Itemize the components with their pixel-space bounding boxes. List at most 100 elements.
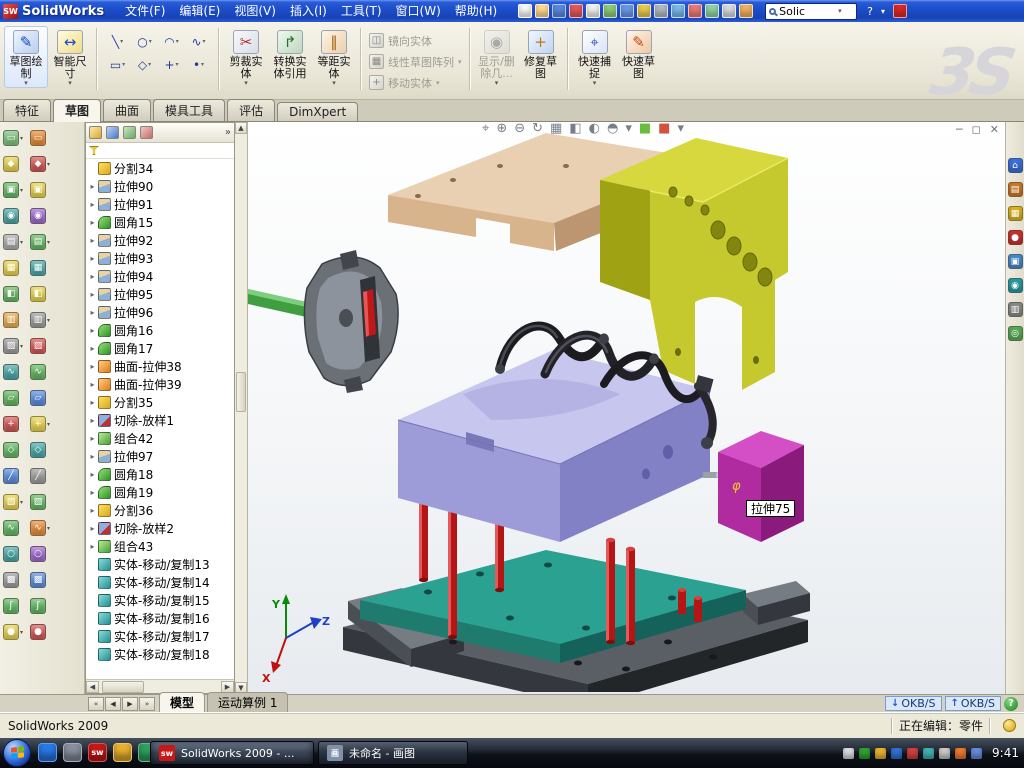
tool-button[interactable]: ◉ xyxy=(3,203,28,229)
tray-icon[interactable] xyxy=(923,748,934,759)
tool-button[interactable]: ◧ xyxy=(30,281,55,307)
tool-button[interactable]: ▣ ▾ xyxy=(3,177,28,203)
feature-tree-item[interactable]: 实体-移动/复制16 xyxy=(86,609,234,627)
feature-tree-item[interactable]: ▸ 曲面-拉伸39 xyxy=(86,375,234,393)
tool-button[interactable]: ▥ ▾ xyxy=(30,307,55,333)
feature-tree-item[interactable]: ▸ 拉伸90 xyxy=(86,177,234,195)
tool-button[interactable]: ʃ xyxy=(30,593,55,619)
standard-tool-icon[interactable] xyxy=(552,4,566,18)
clamp-body[interactable] xyxy=(248,250,398,393)
tool-button[interactable]: ▤ ▾ xyxy=(3,229,28,255)
draw-tool-dropdown-icon[interactable]: ▾ xyxy=(203,38,206,45)
expand-arrow-icon[interactable]: ▸ xyxy=(88,398,97,407)
expand-arrow-icon[interactable]: ▸ xyxy=(88,344,97,353)
tool-button[interactable]: ▨ ▾ xyxy=(3,333,28,359)
panel-chevron-icon[interactable]: » xyxy=(225,127,231,138)
tool-button[interactable]: ∿ xyxy=(3,515,28,541)
task-pane-icon[interactable]: ▥ xyxy=(1008,302,1023,317)
tool-button[interactable]: ◧ xyxy=(3,281,28,307)
scroll-left-icon[interactable]: ◀ xyxy=(86,681,99,693)
standard-tool-icon[interactable] xyxy=(739,4,753,18)
quick-launch-icon[interactable] xyxy=(38,743,57,762)
filter-icon[interactable] xyxy=(89,146,99,155)
feature-tree-item[interactable]: ▸ 分割35 xyxy=(86,393,234,411)
feature-tree-item[interactable]: ▸ 圆角16 xyxy=(86,321,234,339)
tool-button[interactable]: ʃ xyxy=(3,593,28,619)
view-tool-icon[interactable]: ◧ xyxy=(569,122,581,136)
sketch-dropdown-icon[interactable]: ▾ xyxy=(24,80,28,86)
draw-tool-dropdown-icon[interactable]: ▾ xyxy=(176,61,179,68)
tray-icon[interactable] xyxy=(843,748,854,759)
tool-button[interactable]: ● ▾ xyxy=(3,619,28,645)
search-input[interactable] xyxy=(779,5,835,18)
scroll-thumb[interactable] xyxy=(236,372,246,412)
draw-tool-button[interactable]: ╲ ▾ xyxy=(104,30,131,53)
offset-dropdown-icon[interactable]: ▾ xyxy=(332,80,336,86)
draw-tool-dropdown-icon[interactable]: ▾ xyxy=(120,38,123,45)
expand-arrow-icon[interactable]: ▸ xyxy=(88,200,97,209)
expand-arrow-icon[interactable]: ▸ xyxy=(88,308,97,317)
display-delete-dropdown-icon[interactable]: ▾ xyxy=(495,80,499,86)
expand-arrow-icon[interactable]: ▸ xyxy=(88,470,97,479)
document-tab[interactable]: 运动算例 1 xyxy=(207,692,288,712)
menu-item[interactable]: 视图(V) xyxy=(227,0,283,22)
feature-tree-item[interactable]: ▸ 拉伸92 xyxy=(86,231,234,249)
expand-arrow-icon[interactable]: ▸ xyxy=(88,380,97,389)
smart-dimension-dropdown-icon[interactable]: ▾ xyxy=(68,80,72,86)
search-dropdown-icon[interactable]: ▾ xyxy=(838,7,842,15)
scroll-thumb[interactable] xyxy=(102,681,144,693)
expand-arrow-icon[interactable]: ▸ xyxy=(88,182,97,191)
task-pane-icon[interactable]: ▤ xyxy=(1008,182,1023,197)
expand-arrow-icon[interactable]: ▸ xyxy=(88,272,97,281)
tool-button[interactable]: ▥ xyxy=(3,307,28,333)
sketch-button[interactable]: ✎ 草图绘 制 ▾ xyxy=(4,26,48,88)
feature-tree-item[interactable]: 分割34 xyxy=(86,159,234,177)
menu-item[interactable]: 帮助(H) xyxy=(448,0,504,22)
standard-tool-icon[interactable] xyxy=(722,4,736,18)
tray-icon[interactable] xyxy=(971,748,982,759)
feature-tree-item[interactable]: ▸ 拉伸93 xyxy=(86,249,234,267)
feature-tree-item[interactable]: ▸ 切除-放样1 xyxy=(86,411,234,429)
repair-sketch-button[interactable]: + 修复草 图 xyxy=(519,26,563,82)
command-tab[interactable]: 特征 xyxy=(3,99,51,121)
feature-tree-item[interactable]: ▸ 圆角18 xyxy=(86,465,234,483)
draw-tool-dropdown-icon[interactable]: ▾ xyxy=(201,61,204,68)
status-quick-tips-icon[interactable] xyxy=(1003,719,1016,732)
expand-arrow-icon[interactable]: ▸ xyxy=(88,506,97,515)
tool-button[interactable]: ▧ ▾ xyxy=(3,489,28,515)
display-delete-relations-button[interactable]: ◉ 显示/删 除几... ▾ xyxy=(475,26,519,88)
window-control-icon[interactable]: ✕ xyxy=(990,123,999,136)
tree-vertical-scrollbar[interactable]: ▲ ▼ xyxy=(235,122,248,694)
window-control-icon[interactable]: ─ xyxy=(956,123,963,136)
tray-icon[interactable] xyxy=(955,748,966,759)
view-tool-icon[interactable]: ↻ xyxy=(532,122,543,136)
tool-dropdown-icon[interactable]: ▾ xyxy=(20,499,28,506)
tree-horizontal-scrollbar[interactable]: ◀ ▶ xyxy=(86,679,234,693)
tool-button[interactable]: ○ xyxy=(3,541,28,567)
graphics-viewport[interactable]: φ xyxy=(248,122,1005,694)
pattern-tool-dropdown-icon[interactable]: ▾ xyxy=(458,58,462,66)
expand-arrow-icon[interactable]: ▸ xyxy=(88,254,97,263)
tool-button[interactable]: ▣ xyxy=(30,177,55,203)
tray-icon[interactable] xyxy=(891,748,902,759)
tool-button[interactable]: ◇ xyxy=(30,437,55,463)
tool-dropdown-icon[interactable]: ▾ xyxy=(20,343,28,350)
feature-tree-item[interactable]: 实体-移动/复制13 xyxy=(86,555,234,573)
view-tool-icon[interactable]: ■ xyxy=(639,122,651,136)
scroll-right-icon[interactable]: ▶ xyxy=(221,681,234,693)
tool-dropdown-icon[interactable]: ▾ xyxy=(47,161,55,168)
quick-snaps-button[interactable]: ⌖ 快速捕 捉 ▾ xyxy=(573,26,617,88)
tool-dropdown-icon[interactable]: ▾ xyxy=(47,525,55,532)
command-tab[interactable]: DimXpert xyxy=(277,102,358,121)
view-tool-icon[interactable]: ⌖ xyxy=(482,122,489,136)
tool-button[interactable]: ▭ xyxy=(30,125,55,151)
tab-nav-icon[interactable]: ◀ xyxy=(105,697,121,711)
tool-button[interactable]: ╱ xyxy=(30,463,55,489)
feature-tree-item[interactable]: 实体-移动/复制15 xyxy=(86,591,234,609)
tool-dropdown-icon[interactable]: ▾ xyxy=(47,421,55,428)
command-tab[interactable]: 模具工具 xyxy=(153,99,225,121)
configuration-manager-tab-icon[interactable] xyxy=(123,126,136,139)
task-pane-icon[interactable]: ◉ xyxy=(1008,278,1023,293)
command-tab[interactable]: 草图 xyxy=(53,99,101,122)
tool-button[interactable]: ◆ xyxy=(3,151,28,177)
